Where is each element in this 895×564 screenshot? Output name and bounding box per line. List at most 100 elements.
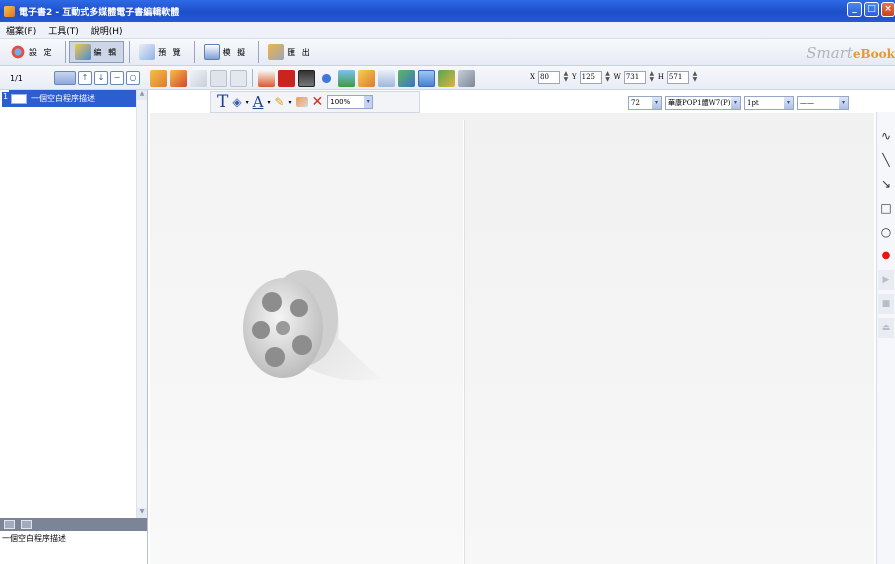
text-tool-icon[interactable]: T xyxy=(217,92,228,112)
minimize-button[interactable]: _ xyxy=(847,2,862,17)
chevron-down-icon: ▾ xyxy=(652,97,661,109)
rectangle-icon[interactable]: □ xyxy=(878,198,894,218)
mode-separator xyxy=(193,41,195,63)
book-add-icon[interactable] xyxy=(150,69,167,87)
page-controls: 1/1 ↑ ↓ − ○ xyxy=(0,66,148,90)
page-up-button[interactable]: ↑ xyxy=(78,71,92,85)
paperclip-icon[interactable] xyxy=(318,69,335,87)
page-thumbnail-icon xyxy=(11,93,27,104)
toolbar-separator xyxy=(252,69,253,87)
line-style-select[interactable]: —— ▾ xyxy=(797,96,849,110)
text-box-icon[interactable] xyxy=(210,69,227,87)
zoom-select[interactable]: 100% ▾ xyxy=(327,95,374,109)
mode-separator xyxy=(258,41,260,63)
mode-export-button[interactable]: 匯 出 xyxy=(262,41,318,63)
scroll-up-icon[interactable]: ▲ xyxy=(137,90,147,100)
mode-preview-button[interactable]: 預 覽 xyxy=(133,41,189,63)
preview-icon xyxy=(139,44,156,60)
font-color-icon[interactable]: A xyxy=(253,93,264,111)
page-list-label: 一個空白程序描述 xyxy=(31,94,95,103)
chart-icon[interactable] xyxy=(398,69,415,87)
page-refresh-button[interactable]: ○ xyxy=(126,71,140,85)
line-width-select[interactable]: 1pt ▾ xyxy=(744,96,794,110)
line-width-value: 1pt xyxy=(747,99,759,107)
drawing-toolbar: ∿ ╲ ↘ □ ○ ● ▶ ■ ⏏ xyxy=(876,112,895,564)
record-icon[interactable]: ● xyxy=(878,246,894,266)
h-label: H xyxy=(657,73,664,81)
x-label: X xyxy=(530,73,535,81)
notes-music-tab[interactable] xyxy=(21,520,32,529)
page-list-scrollbar[interactable]: ▲ ▼ xyxy=(136,90,147,518)
page-delete-button[interactable]: − xyxy=(110,71,124,85)
y-input[interactable]: 125 xyxy=(579,70,602,84)
puzzle-icon[interactable] xyxy=(438,69,455,87)
eject-icon[interactable]: ⏏ xyxy=(878,318,894,338)
delete-icon[interactable]: ✕ xyxy=(312,94,324,110)
position-fields: X 80 ▲ ▼ Y 125 ▲ ▼ W 731 ▲ ▼ H 571 ▲ ▼ xyxy=(530,68,698,86)
notes-tabs xyxy=(0,518,147,531)
mode-settings-button[interactable]: 設 定 xyxy=(4,41,60,63)
x-spinner[interactable]: ▲ ▼ xyxy=(563,71,569,83)
dropdown-arrow-icon[interactable]: ▾ xyxy=(267,99,270,106)
line-icon[interactable]: ╲ xyxy=(878,150,894,170)
w-input[interactable]: 731 xyxy=(623,70,646,84)
notes-textarea[interactable]: 一個空白程序描述 xyxy=(0,531,147,546)
mode-export-label: 匯 出 xyxy=(287,47,312,57)
h-input[interactable]: 571 xyxy=(666,70,689,84)
flash-icon[interactable] xyxy=(278,69,295,87)
chevron-down-icon: ▾ xyxy=(784,97,793,109)
dropdown-arrow-icon[interactable]: ▾ xyxy=(246,99,249,106)
ellipse-icon[interactable]: ○ xyxy=(878,222,894,242)
film-reel-icon xyxy=(243,270,383,381)
link-icon[interactable] xyxy=(458,69,475,87)
line-style-value: —— xyxy=(800,99,814,107)
stage-left-page[interactable] xyxy=(150,120,463,564)
window-controls: _ □ × xyxy=(847,2,895,17)
page-list-panel: 1 一個空白程序描述 ▲ ▼ xyxy=(0,90,148,518)
mode-simulate-button[interactable]: 模 擬 xyxy=(198,41,254,63)
arrow-icon[interactable]: ↘ xyxy=(878,174,894,194)
notes-grid-tab[interactable] xyxy=(4,520,15,529)
pen-icon[interactable]: ✎ xyxy=(274,95,284,109)
book-delete-icon[interactable] xyxy=(170,69,187,87)
page-view-button[interactable] xyxy=(54,71,76,85)
notes-panel: 一個空白程序描述 xyxy=(0,518,148,564)
page-counter: 1/1 xyxy=(10,73,23,83)
w-spinner[interactable]: ▲ ▼ xyxy=(649,71,655,83)
fill-bucket-icon[interactable]: ◈ xyxy=(232,95,241,109)
font-family-value: 華康POP1體W7(P) xyxy=(668,99,731,107)
simulate-icon xyxy=(203,44,220,60)
stop-icon[interactable]: ■ xyxy=(878,294,894,314)
stage-right-page[interactable] xyxy=(464,120,874,564)
close-button[interactable]: × xyxy=(881,2,895,17)
image-frame-icon[interactable] xyxy=(230,69,247,87)
photo-icon[interactable] xyxy=(418,69,435,87)
dropdown-arrow-icon[interactable]: ▾ xyxy=(289,99,292,106)
powerpoint-icon[interactable] xyxy=(258,69,275,87)
page-down-button[interactable]: ↓ xyxy=(94,71,108,85)
gallery-icon[interactable] xyxy=(358,69,375,87)
film-icon[interactable] xyxy=(298,69,315,87)
export-icon xyxy=(268,44,285,60)
cursor-icon[interactable] xyxy=(190,69,207,87)
font-size-select[interactable]: 72 ▾ xyxy=(628,96,662,110)
window-title: 電子書2 - 互動式多媒體電子書編輯軟體 xyxy=(19,7,180,18)
menu-tools[interactable]: 工具(T) xyxy=(48,24,79,37)
h-spinner[interactable]: ▲ ▼ xyxy=(692,71,698,83)
list-icon[interactable] xyxy=(378,69,395,87)
maximize-button[interactable]: □ xyxy=(864,2,879,17)
menu-file[interactable]: 檔案(F) xyxy=(6,24,36,37)
y-spinner[interactable]: ▲ ▼ xyxy=(605,71,611,83)
page-list-item[interactable]: 一個空白程序描述 xyxy=(9,90,136,107)
x-input[interactable]: 80 xyxy=(537,70,560,84)
mode-simulate-label: 模 擬 xyxy=(222,47,248,57)
picture-icon[interactable] xyxy=(338,69,355,87)
play-icon[interactable]: ▶ xyxy=(878,270,894,290)
menu-help[interactable]: 說明(H) xyxy=(91,24,123,37)
mode-edit-button[interactable]: 編 輯 xyxy=(68,41,125,63)
curve-icon[interactable]: ∿ xyxy=(878,126,894,146)
scroll-down-icon[interactable]: ▼ xyxy=(137,508,147,518)
font-family-select[interactable]: 華康POP1體W7(P) ▾ xyxy=(665,96,741,110)
eraser-icon[interactable] xyxy=(295,97,308,107)
chevron-down-icon: ▾ xyxy=(731,97,740,109)
